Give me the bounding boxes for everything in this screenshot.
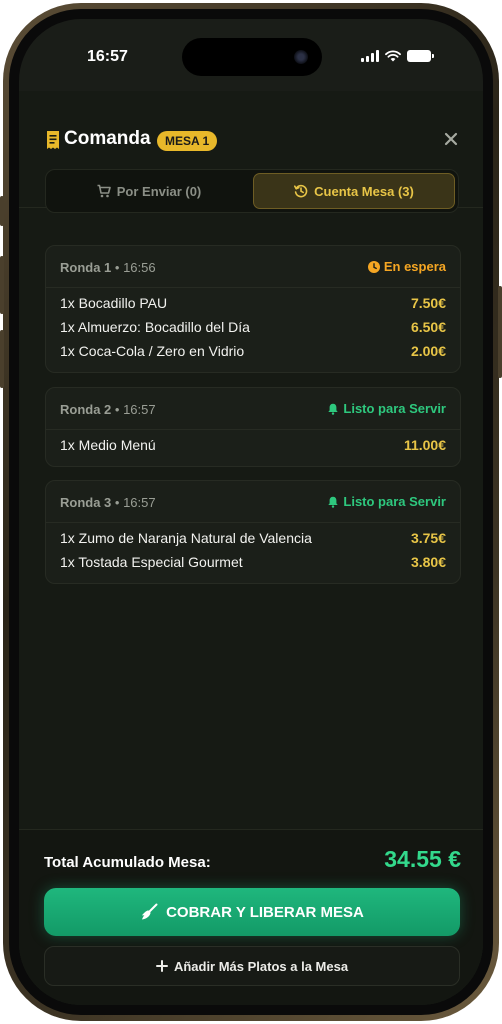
phone-power-button [498, 286, 502, 378]
battery-icon [407, 50, 434, 62]
ronda-label: Ronda 1 • 16:56 [60, 260, 156, 275]
tab-bar: Por Enviar (0) Cuenta Mesa (3) [45, 169, 459, 213]
tab-label: Por Enviar (0) [116, 183, 202, 199]
ronda-label: Ronda 3 • 16:57 [60, 495, 156, 510]
panel-header: Comanda MESA 1 Por Enviar (0) Cuenta Mes… [19, 91, 483, 213]
item-price: 2.00€ [410, 343, 446, 359]
mesa-badge: MESA 1 [157, 131, 218, 151]
bell-icon [328, 496, 339, 508]
item-price: 11.00€ [403, 437, 446, 453]
total-label: Total Acumulado Mesa: [44, 854, 211, 871]
comanda-panel: Comanda MESA 1 Por Enviar (0) Cuenta Mes… [19, 91, 483, 1005]
phone-side-button [0, 196, 4, 226]
ronda-card: Ronda 3 • 16:57 Listo para Servir 1x Zum… [45, 480, 461, 584]
status-time: 16:57 [87, 48, 128, 65]
wifi-icon [385, 50, 401, 62]
cobrar-liberar-button[interactable]: COBRAR Y LIBERAR MESA [44, 888, 460, 936]
ronda-header: Ronda 3 • 16:57 Listo para Servir [46, 481, 460, 523]
status-label: Listo para Servir [343, 401, 446, 416]
receipt-icon [47, 131, 59, 149]
cobrar-label: COBRAR Y LIBERAR MESA [166, 903, 364, 921]
close-icon[interactable] [443, 131, 459, 147]
ronda-name: Ronda 1 [60, 260, 112, 275]
tab-cuenta-mesa[interactable]: Cuenta Mesa (3) [253, 173, 455, 209]
item-name: 1x Bocadillo PAU [60, 295, 168, 311]
bell-icon [328, 403, 339, 415]
ronda-label: Ronda 2 • 16:57 [60, 402, 156, 417]
item-name: 1x Coca-Cola / Zero en Vidrio [60, 343, 245, 359]
list-item: 1x Bocadillo PAU 7.50€ [46, 291, 460, 315]
tab-label: Cuenta Mesa (3) [314, 183, 414, 199]
cart-icon [97, 184, 111, 198]
item-price: 7.50€ [410, 295, 446, 311]
status-badge: Listo para Servir [327, 494, 446, 509]
signal-icon [361, 50, 379, 62]
screen: 16:57 Comanda MESA 1 Por Enviar (0) Cuen… [19, 19, 483, 1005]
item-name: 1x Tostada Especial Gourmet [60, 554, 243, 570]
list-item: 1x Medio Menú 11.00€ [46, 433, 460, 457]
add-label: Añadir Más Platos a la Mesa [173, 958, 349, 974]
item-name: 1x Zumo de Naranja Natural de Valencia [60, 530, 312, 546]
item-name: 1x Medio Menú [60, 437, 156, 453]
list-item: 1x Zumo de Naranja Natural de Valencia 3… [46, 526, 460, 550]
camera-icon [294, 50, 308, 64]
ronda-time: 16:56 [123, 260, 156, 275]
status-label: En espera [383, 259, 446, 274]
ronda-header: Ronda 1 • 16:56 En espera [46, 246, 460, 288]
history-icon [294, 184, 308, 198]
tab-por-enviar[interactable]: Por Enviar (0) [49, 173, 249, 209]
status-badge: En espera [367, 259, 446, 274]
plus-icon [155, 960, 168, 972]
status-bar: 16:57 [19, 19, 483, 91]
phone-volume-up-button [0, 256, 4, 314]
ronda-name: Ronda 2 [60, 402, 112, 417]
ronda-header: Ronda 2 • 16:57 Listo para Servir [46, 388, 460, 430]
ronda-card: Ronda 2 • 16:57 Listo para Servir 1x Med… [45, 387, 461, 467]
item-price: 3.80€ [410, 554, 446, 570]
ronda-name: Ronda 3 [60, 495, 112, 510]
list-item: 1x Coca-Cola / Zero en Vidrio 2.00€ [46, 339, 460, 363]
clock-icon [367, 260, 380, 273]
ronda-card: Ronda 1 • 16:56 En espera 1x Bocadillo P… [45, 245, 461, 373]
status-badge: Listo para Servir [327, 401, 446, 416]
dynamic-island [182, 38, 322, 76]
broom-icon [142, 903, 158, 920]
status-label: Listo para Servir [343, 494, 446, 509]
ronda-time: 16:57 [123, 495, 156, 510]
total-value: 34.55 € [384, 846, 461, 872]
item-price: 3.75€ [410, 530, 446, 546]
status-icons [361, 50, 434, 62]
page-title: Comanda [64, 128, 151, 149]
list-item: 1x Almuerzo: Bocadillo del Día 6.50€ [46, 315, 460, 339]
item-name: 1x Almuerzo: Bocadillo del Día [60, 319, 250, 335]
add-platos-button[interactable]: Añadir Más Platos a la Mesa [44, 946, 460, 986]
item-price: 6.50€ [410, 319, 446, 335]
ronda-time: 16:57 [123, 402, 156, 417]
list-item: 1x Tostada Especial Gourmet 3.80€ [46, 550, 460, 574]
phone-volume-down-button [0, 330, 4, 388]
panel-footer: Total Acumulado Mesa: 34.55 € COBRAR Y L… [19, 829, 483, 1005]
